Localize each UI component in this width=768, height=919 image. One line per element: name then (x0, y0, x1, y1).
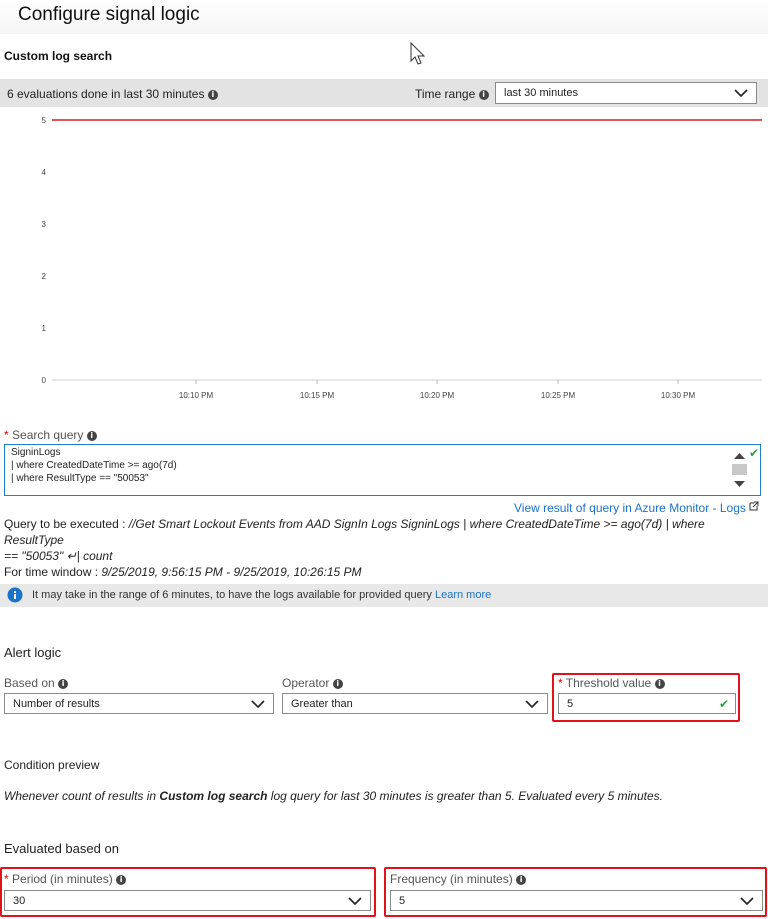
window-value: 9/25/2019, 9:56:15 PM - 9/25/2019, 10:26… (101, 565, 362, 579)
x-tick-label: 10:25 PM (541, 391, 576, 400)
query-line: | where ResultType == "50053" (11, 473, 149, 484)
required-marker: * (4, 872, 9, 886)
operator-label: Operator i (282, 676, 343, 690)
period-value: 30 (13, 894, 26, 907)
search-query-label: * Search query i (4, 428, 97, 442)
chevron-down-icon (734, 89, 748, 98)
search-query-label-text: Search query (12, 428, 84, 442)
x-tick-label: 10:20 PM (420, 391, 455, 400)
query-execute-line2: == "50053" ↵| count (4, 548, 764, 564)
chevron-down-icon (525, 699, 539, 708)
valid-check-icon: ✔ (749, 446, 760, 460)
evaluation-summary-text: 6 evaluations done in last 30 minutes (7, 87, 205, 101)
time-window: For time window : 9/25/2019, 9:56:15 PM … (4, 564, 764, 580)
condition-text-bold: Custom log search (159, 789, 268, 803)
chevron-down-icon (740, 896, 754, 905)
condition-text-before: Whenever count of results in (4, 789, 160, 803)
operator-select[interactable]: Greater than (282, 693, 548, 714)
valid-check-icon: ✔ (718, 697, 729, 711)
page-title: Configure signal logic (18, 4, 200, 25)
info-icon[interactable]: i (207, 89, 218, 100)
time-range-select[interactable]: last 30 minutes (495, 82, 757, 104)
search-query-input[interactable]: SigninLogs | where CreatedDateTime >= ag… (4, 444, 761, 496)
chevron-down-icon (251, 699, 265, 708)
info-banner-message: It may take in the range of 6 minutes, t… (32, 589, 432, 601)
x-tick-label: 10:30 PM (661, 391, 696, 400)
x-tick-label: 10:15 PM (300, 391, 335, 400)
evaluated-heading: Evaluated based on (4, 841, 119, 856)
condition-preview-heading: Condition preview (4, 758, 100, 772)
scroll-up-icon[interactable] (734, 453, 745, 459)
query-scrollbar[interactable] (731, 447, 748, 493)
time-range-label-text: Time range (415, 87, 476, 101)
info-icon[interactable]: i (654, 678, 665, 689)
info-icon[interactable]: i (332, 678, 343, 689)
condition-preview-text: Whenever count of results in Custom log … (4, 789, 663, 803)
view-result-link-text[interactable]: View result of query in Azure Monitor - … (514, 501, 746, 515)
y-tick-label: 2 (42, 272, 47, 281)
time-range-value: last 30 minutes (504, 87, 578, 99)
info-icon[interactable]: i (478, 89, 489, 100)
mouse-cursor-icon (410, 42, 426, 65)
threshold-value: 5 (567, 697, 574, 710)
period-label: * Period (in minutes) i (4, 872, 127, 886)
frequency-select[interactable]: 5 (390, 890, 763, 911)
info-icon[interactable]: i (116, 874, 127, 885)
frequency-label-text: Frequency (in minutes) (390, 872, 513, 886)
evaluation-chart: 5 4 3 2 1 0 10:10 PM 10:15 PM 10:20 PM 10:25 PM 10… (42, 116, 762, 400)
period-label-text: Period (in minutes) (12, 872, 113, 886)
threshold-label-text: Threshold value (565, 676, 652, 690)
info-icon[interactable]: i (516, 874, 527, 885)
query-line: SigninLogs (11, 447, 61, 458)
scroll-down-icon[interactable] (734, 481, 745, 487)
operator-value: Greater than (291, 697, 353, 710)
x-tick-label: 10:10 PM (179, 391, 214, 400)
based-on-label-text: Based on (4, 676, 55, 690)
alert-logic-heading: Alert logic (4, 645, 62, 660)
external-link-icon (749, 501, 759, 511)
info-icon[interactable]: i (86, 430, 97, 441)
learn-more-link[interactable]: Learn more (435, 589, 491, 601)
query-line: | where CreatedDateTime >= ago(7d) (11, 460, 177, 471)
condition-text-after: log query for last 30 minutes is greater… (267, 789, 663, 803)
threshold-label: * Threshold value i (558, 676, 665, 690)
required-marker: * (558, 676, 563, 690)
y-tick-label: 4 (42, 168, 47, 177)
y-tick-label: 3 (42, 220, 47, 229)
frequency-label: Frequency (in minutes) i (390, 872, 527, 886)
exec-query-text-cont: == "50053" ↵| count (4, 549, 113, 563)
info-circle-icon (7, 587, 23, 603)
query-execute-line1: Query to be executed : //Get Smart Locko… (4, 516, 764, 548)
based-on-label: Based on i (4, 676, 69, 690)
chevron-down-icon (348, 896, 362, 905)
info-icon[interactable]: i (58, 678, 69, 689)
period-select[interactable]: 30 (4, 890, 371, 911)
based-on-select[interactable]: Number of results (4, 693, 274, 714)
required-marker: * (4, 428, 9, 442)
time-range-label: Time range i (415, 87, 489, 101)
y-tick-label: 5 (42, 116, 47, 125)
query-to-execute: Query to be executed : //Get Smart Locko… (4, 516, 764, 580)
threshold-input[interactable]: 5 ✔ (558, 693, 736, 714)
exec-prefix: Query to be executed : (4, 517, 129, 531)
y-tick-label: 0 (42, 376, 47, 385)
view-result-link[interactable]: View result of query in Azure Monitor - … (514, 501, 759, 515)
operator-label-text: Operator (282, 676, 330, 690)
window-prefix: For time window : (4, 565, 102, 579)
section-title: Custom log search (4, 49, 113, 63)
y-tick-label: 1 (42, 324, 47, 333)
scroll-thumb[interactable] (732, 464, 747, 475)
based-on-value: Number of results (13, 697, 100, 710)
evaluation-summary: 6 evaluations done in last 30 minutes i (7, 87, 218, 101)
frequency-value: 5 (399, 894, 406, 907)
info-banner-text: It may take in the range of 6 minutes, t… (32, 589, 491, 601)
